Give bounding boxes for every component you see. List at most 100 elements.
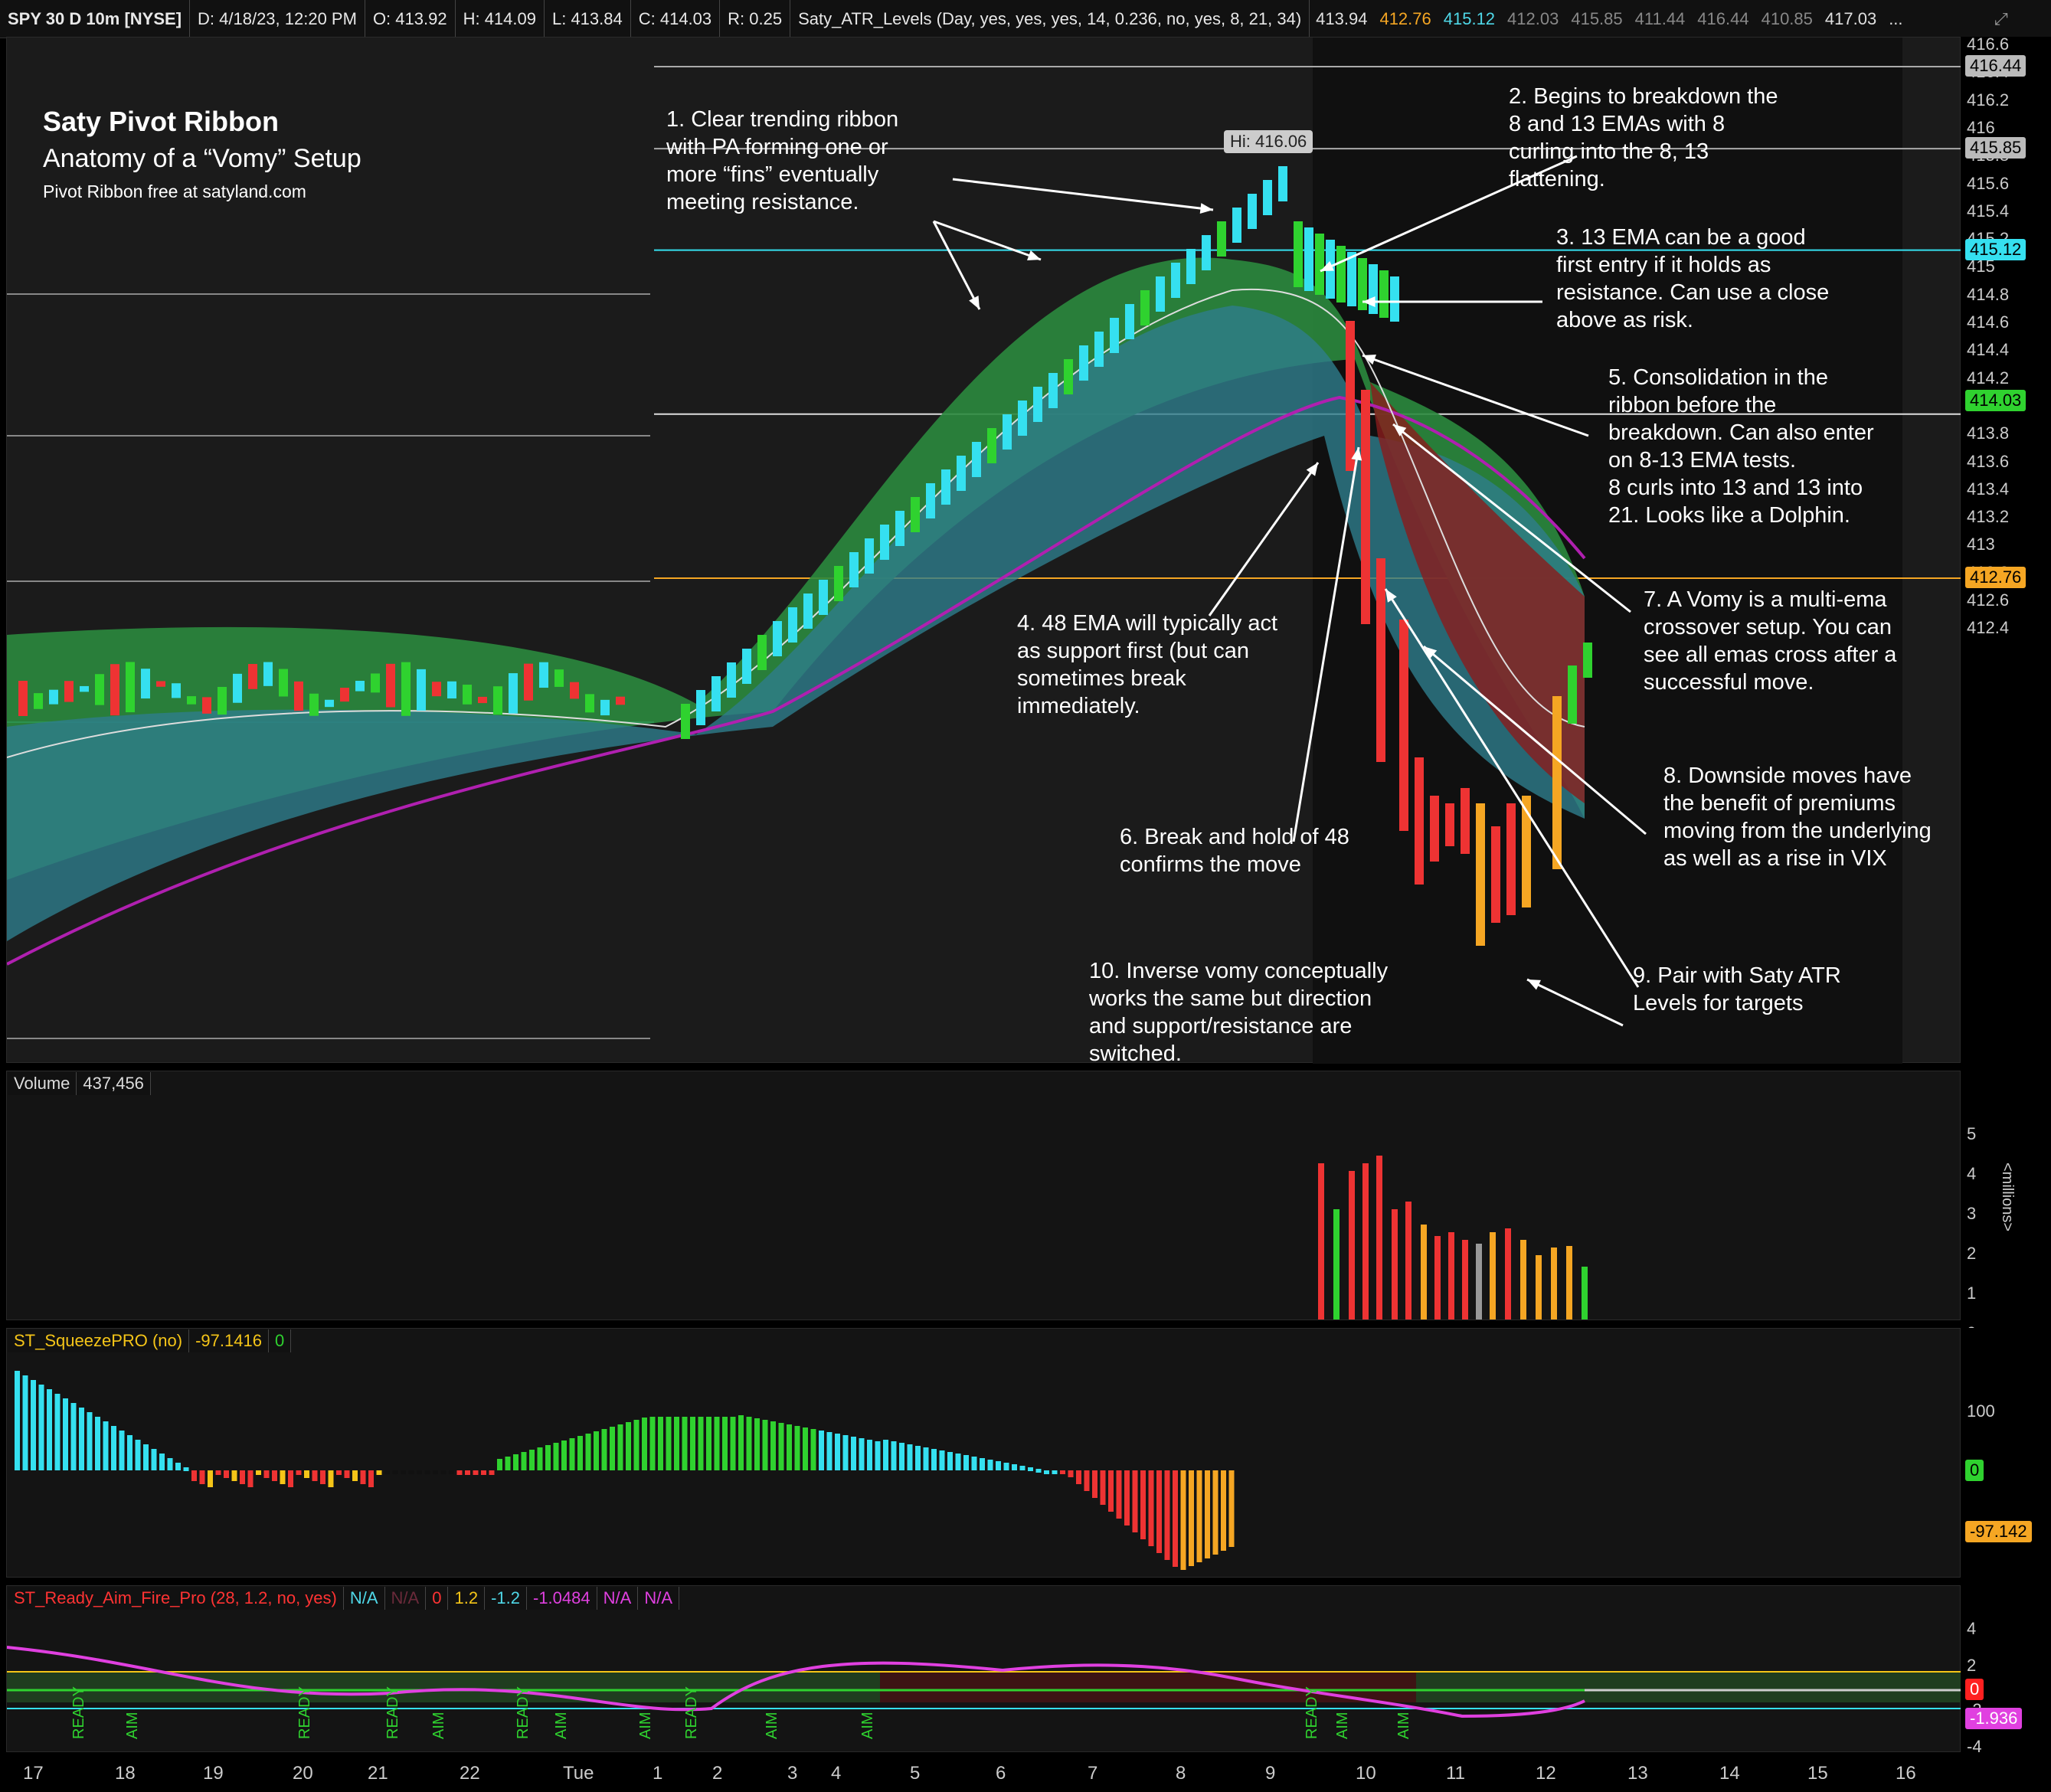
- squeeze-bar: [456, 1470, 463, 1475]
- time-axis[interactable]: 17 18 19 20 21 22 Tue 1 2 3 4 5 6 7 8 9 10 11 12 13 14 15 16: [0, 1754, 2051, 1792]
- price-tick: 412.6: [1967, 590, 2010, 610]
- study-level-4: 415.85: [1571, 8, 1623, 28]
- range-readout: R: 0.25: [720, 0, 791, 38]
- squeeze-bar: [320, 1470, 325, 1484]
- squeeze-bar: [352, 1470, 358, 1481]
- price-candle: [463, 685, 472, 705]
- study-level-3: 412.03: [1507, 8, 1559, 28]
- squeeze-bar: [1044, 1470, 1049, 1474]
- chart-header: SPY 30 D 10m [NYSE] D: 4/18/23, 12:20 PM…: [0, 0, 2051, 38]
- squeeze-bar: [561, 1440, 567, 1470]
- chart-title-block: Saty Pivot Ribbon Anatomy of a “Vomy” Se…: [43, 106, 361, 202]
- volume-panel[interactable]: [6, 1071, 1961, 1320]
- squeeze-bar: [810, 1429, 816, 1470]
- volume-axis: 543210<millions>: [1961, 1071, 2051, 1342]
- squeeze-bar: [31, 1380, 36, 1470]
- squeeze-bar: [167, 1458, 173, 1470]
- raf-value: -1.0484: [527, 1587, 597, 1610]
- price-candle: [156, 681, 165, 687]
- squeeze-bar: [963, 1455, 969, 1470]
- price-badge: 416.44: [1965, 55, 2026, 77]
- time-tick: 9: [1265, 1763, 1276, 1784]
- squeeze-bar: [537, 1447, 543, 1470]
- squeeze-bar: [939, 1450, 945, 1470]
- raf-value: N/A: [343, 1587, 385, 1610]
- price-candle: [711, 676, 721, 711]
- price-tick: 414.4: [1967, 340, 2010, 360]
- squeeze-bar: [143, 1444, 149, 1470]
- time-tick: 19: [203, 1763, 224, 1784]
- squeeze-bar: [384, 1470, 390, 1474]
- raf-panel[interactable]: READY AIM READY READY AIM READY AIM AIM READY AIM…: [6, 1585, 1961, 1752]
- squeeze-bar: [22, 1375, 28, 1470]
- squeeze-bar: [899, 1443, 904, 1470]
- price-candle: [1064, 359, 1073, 394]
- squeeze-bar: [1132, 1470, 1138, 1532]
- price-candle: [279, 669, 288, 697]
- squeeze-bar: [1140, 1470, 1146, 1539]
- squeeze-label[interactable]: ST_SqueezePRO (no): [8, 1329, 190, 1352]
- squeeze-bar: [722, 1417, 728, 1470]
- raf-label[interactable]: ST_Ready_Aim_Fire_Pro (28, 1.2, no, yes): [8, 1587, 344, 1610]
- squeeze-bar: [489, 1470, 495, 1475]
- volume-tick: 5: [1967, 1124, 1977, 1143]
- price-candle: [1202, 235, 1211, 270]
- squeeze-bar: [706, 1417, 711, 1470]
- raf-value: N/A: [384, 1587, 427, 1610]
- squeeze-bar: [1196, 1470, 1202, 1562]
- study-level-9: ...: [1889, 8, 1903, 28]
- price-candle: [34, 693, 43, 709]
- price-candle: [1248, 194, 1257, 229]
- price-candle: [340, 688, 349, 702]
- volume-unit: <millions>: [1999, 1163, 2016, 1232]
- squeeze-bar: [135, 1440, 141, 1470]
- price-tick: 414.2: [1967, 368, 2010, 388]
- price-candle: [18, 681, 28, 716]
- price-candle: [1304, 227, 1313, 291]
- squeeze-tick: 100: [1967, 1401, 1995, 1421]
- price-candle: [64, 681, 74, 702]
- price-candle: [218, 686, 227, 715]
- squeeze-bar: [819, 1431, 824, 1470]
- raf-value: N/A: [638, 1587, 679, 1610]
- squeeze-bar: [762, 1420, 768, 1470]
- expand-icon[interactable]: ⤢: [1994, 9, 2013, 28]
- time-tick: 1: [653, 1763, 663, 1784]
- price-candle: [616, 696, 625, 705]
- price-candle: [819, 580, 828, 615]
- squeeze-bar: [1068, 1470, 1074, 1477]
- price-candle: [1294, 221, 1303, 287]
- study-label[interactable]: Saty_ATR_Levels (Day, yes, yes, yes, 14,…: [790, 0, 1310, 38]
- raf-marker: READY: [296, 1686, 313, 1739]
- price-candle: [355, 681, 365, 692]
- price-tick: 413.8: [1967, 423, 2010, 443]
- squeeze-bar: [87, 1412, 93, 1470]
- volume-bar: [1462, 1240, 1468, 1319]
- squeeze-bar: [553, 1443, 559, 1470]
- squeeze-bar: [521, 1452, 527, 1470]
- price-axis[interactable]: 416.6416.4416.2416415.8415.6415.4415.241…: [1961, 34, 2051, 1063]
- squeeze-bar: [778, 1423, 784, 1470]
- squeeze-bar: [119, 1431, 125, 1470]
- volume-bar: [1376, 1156, 1382, 1319]
- squeeze-bar: [224, 1470, 229, 1478]
- symbol-label[interactable]: SPY 30 D 10m [NYSE]: [0, 0, 191, 38]
- price-tick: 416.2: [1967, 90, 2010, 110]
- squeeze-bar: [111, 1426, 116, 1470]
- squeeze-bar: [465, 1470, 470, 1475]
- price-candle: [1369, 264, 1378, 314]
- price-tick: 414.6: [1967, 312, 2010, 332]
- squeeze-bar: [987, 1460, 993, 1470]
- raf-value: N/A: [597, 1587, 639, 1610]
- price-candle: [509, 673, 518, 714]
- volume-bar: [1421, 1225, 1427, 1319]
- squeeze-bar: [1173, 1470, 1178, 1567]
- squeeze-panel[interactable]: [6, 1328, 1961, 1578]
- squeeze-bar: [996, 1461, 1001, 1470]
- squeeze-bar: [440, 1470, 447, 1474]
- price-candle: [524, 663, 533, 701]
- price-candle: [401, 662, 411, 716]
- squeeze-bar: [1164, 1470, 1170, 1560]
- squeeze-bar: [199, 1470, 205, 1484]
- squeeze-bar: [649, 1417, 656, 1470]
